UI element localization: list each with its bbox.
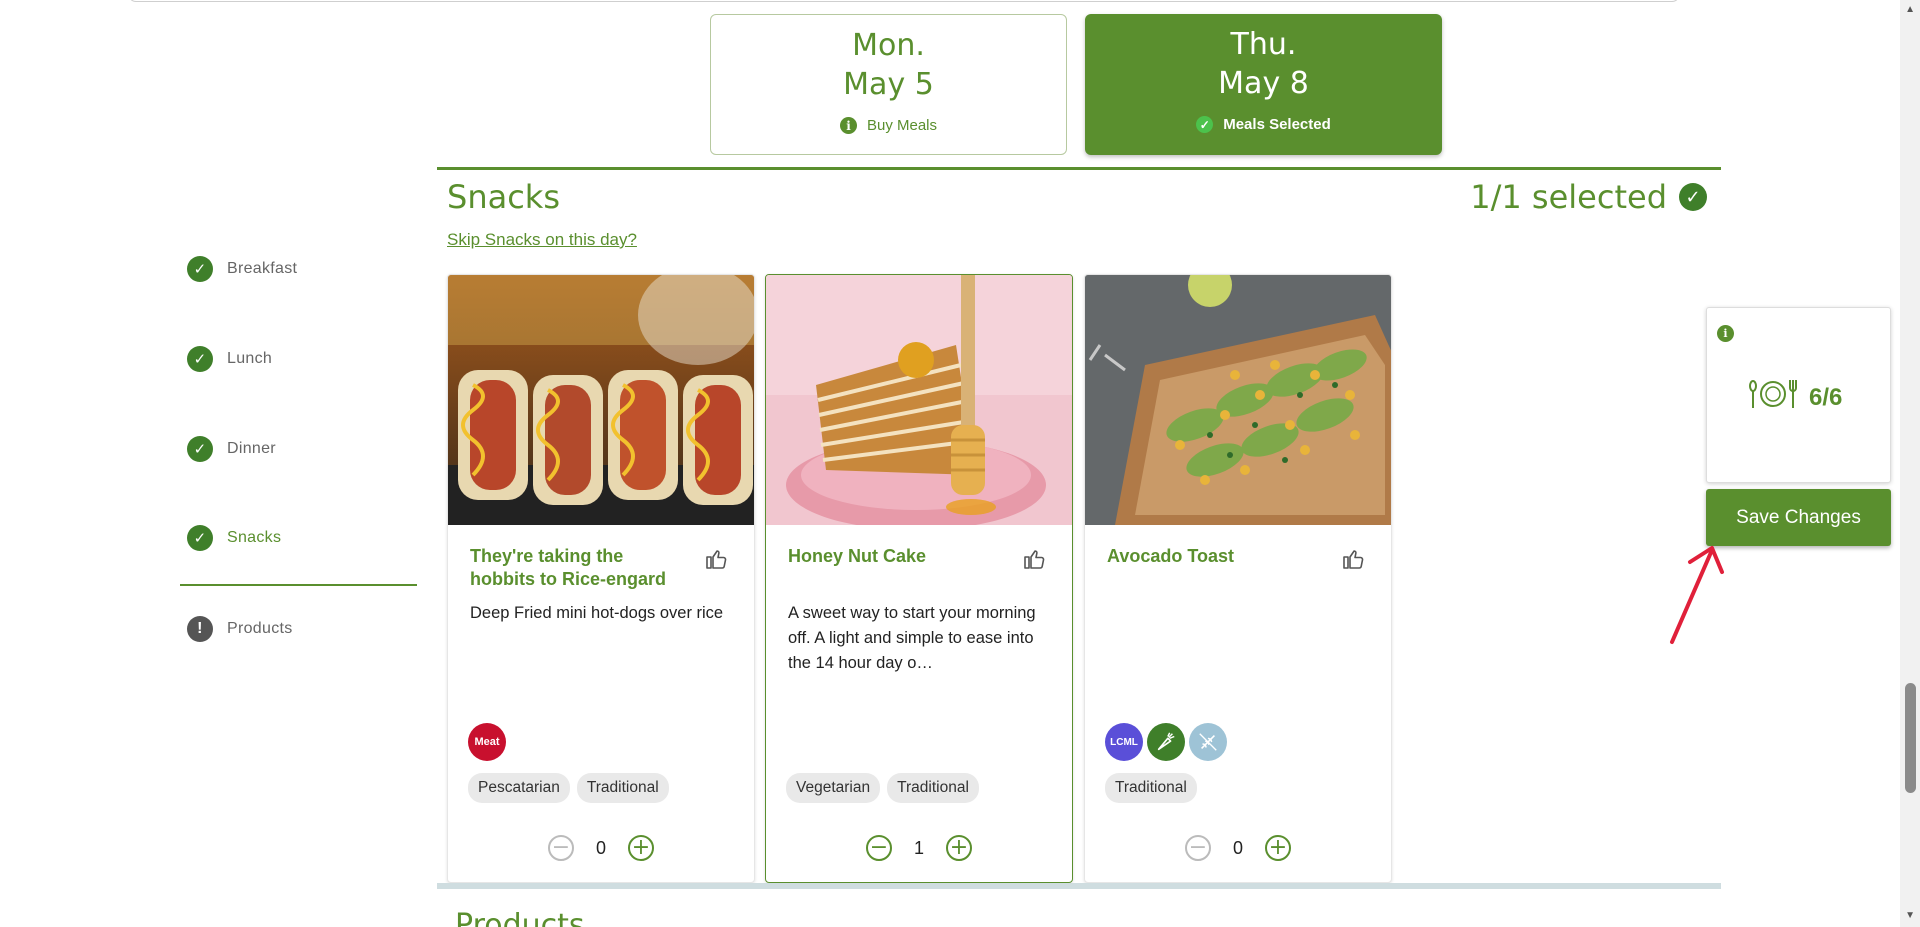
- increment-button[interactable]: +: [946, 835, 972, 861]
- thumbs-up-icon[interactable]: [704, 547, 728, 571]
- carrot-icon: [1147, 723, 1185, 761]
- meal-image: [448, 275, 754, 525]
- meal-tag: Traditional: [1105, 773, 1197, 803]
- meal-tag: Pescatarian: [468, 773, 570, 803]
- scroll-up-arrow-icon[interactable]: ▲: [1905, 4, 1915, 15]
- selected-count-label: 1/1 selected: [1470, 178, 1667, 216]
- meat-badge: Meat: [468, 723, 506, 761]
- page: { "days": [ {"dow": "Mon.", "date": "May…: [0, 0, 1920, 927]
- quantity-value: 0: [1232, 837, 1243, 858]
- section-title: Snacks: [447, 178, 560, 216]
- annotation-arrow: [1670, 546, 1724, 644]
- save-changes-button[interactable]: Save Changes: [1706, 489, 1891, 546]
- increment-button[interactable]: +: [1265, 835, 1291, 861]
- increment-button[interactable]: +: [628, 835, 654, 861]
- check-circle-icon: ✓: [1196, 116, 1214, 133]
- meal-card[interactable]: Avocado Toast LCML Traditional − 0 +: [1084, 274, 1392, 883]
- info-icon: i: [839, 117, 857, 134]
- check-circle-icon: ✓: [187, 525, 213, 551]
- quantity-stepper: − 0 +: [448, 835, 754, 861]
- meal-tag: Traditional: [887, 773, 979, 803]
- day-tab-status-label: Buy Meals: [866, 117, 938, 134]
- meal-tag: Vegetarian: [786, 773, 881, 803]
- thumbs-up-icon[interactable]: [1022, 547, 1046, 571]
- scroll-down-arrow-icon[interactable]: ▼: [1905, 910, 1915, 921]
- sidebar-item-label: Lunch: [227, 350, 273, 367]
- sidebar-item-dinner[interactable]: ✓ Dinner: [187, 436, 276, 462]
- quantity-value: 1: [913, 837, 924, 858]
- quantity-stepper: − 0 +: [1085, 835, 1391, 861]
- quantity-value: 0: [595, 837, 606, 858]
- sidebar-item-label: Products: [227, 620, 293, 637]
- day-tab-dow: Thu.: [1230, 27, 1297, 62]
- meal-tag: Traditional: [576, 773, 669, 803]
- meal-count-value: 6/6: [1809, 383, 1843, 411]
- day-tab-status-label: Meals Selected: [1223, 116, 1331, 133]
- selected-count: 1/1 selected ✓: [1470, 178, 1707, 216]
- section-bottom-divider: [437, 883, 1721, 889]
- skip-snacks-link[interactable]: Skip Snacks on this day?: [447, 230, 637, 250]
- day-tab-status: ✓ Meals Selected: [1085, 116, 1442, 133]
- day-tab-thu[interactable]: Thu. May 8 ✓ Meals Selected: [1085, 14, 1442, 155]
- sidebar-item-label: Snacks: [227, 529, 282, 546]
- sidebar-item-products[interactable]: ! Products: [187, 616, 293, 642]
- meal-title[interactable]: They're taking the hobbits to Rice-engar…: [470, 545, 690, 591]
- scrollbar-thumb[interactable]: [1905, 683, 1916, 793]
- meal-image: [1085, 275, 1391, 525]
- day-tab-status: i Buy Meals: [711, 117, 1066, 134]
- meal-tags: Traditional: [1105, 773, 1197, 803]
- sidebar-item-label: Dinner: [227, 440, 276, 457]
- meal-tags: Vegetarian Traditional: [786, 773, 979, 803]
- meal-title[interactable]: Honey Nut Cake: [788, 545, 1008, 568]
- warning-icon: !: [187, 616, 213, 642]
- quantity-stepper: − 1 +: [766, 835, 1072, 861]
- meal-title[interactable]: Avocado Toast: [1107, 545, 1327, 568]
- meal-image: [766, 275, 1072, 525]
- lcml-badge: LCML: [1105, 723, 1143, 761]
- diet-badges: Meat: [468, 723, 506, 761]
- info-icon[interactable]: i: [1717, 325, 1734, 342]
- check-circle-icon: ✓: [187, 436, 213, 462]
- next-section-heading: Products: [455, 908, 585, 927]
- check-circle-icon: ✓: [187, 346, 213, 372]
- day-tab-date: May 5: [843, 67, 934, 102]
- diet-badges: LCML: [1105, 723, 1227, 761]
- check-circle-icon: ✓: [1679, 183, 1707, 211]
- top-bar: [128, 0, 1680, 2]
- wheat-icon: [1189, 723, 1227, 761]
- meal-count: 6/6: [1747, 378, 1842, 417]
- plate-cutlery-icon: [1747, 378, 1799, 417]
- meal-tags: Pescatarian Traditional: [468, 773, 669, 803]
- sidebar-item-lunch[interactable]: ✓ Lunch: [187, 346, 272, 372]
- meal-count-widget: i 6/6: [1706, 307, 1891, 483]
- day-tab-date: May 8: [1218, 66, 1309, 101]
- day-tab-mon[interactable]: Mon. May 5 i Buy Meals: [710, 14, 1067, 155]
- meal-description: A sweet way to start your morning off. A…: [788, 604, 1036, 672]
- decrement-button[interactable]: −: [547, 835, 574, 861]
- thumbs-up-icon[interactable]: [1341, 547, 1365, 571]
- meal-card[interactable]: They're taking the hobbits to Rice-engar…: [447, 274, 755, 883]
- decrement-button[interactable]: −: [1184, 835, 1211, 861]
- check-circle-icon: ✓: [187, 256, 213, 282]
- meal-card[interactable]: Honey Nut Cake A sweet way to start your…: [765, 274, 1073, 883]
- sidebar-active-underline: [180, 584, 417, 586]
- sidebar-item-snacks[interactable]: ✓ Snacks: [187, 525, 281, 551]
- day-tab-dow: Mon.: [852, 28, 925, 63]
- scrollbar[interactable]: ▲ ▼: [1900, 0, 1920, 927]
- decrement-button[interactable]: −: [865, 835, 892, 861]
- sidebar-item-label: Breakfast: [227, 260, 298, 277]
- section-divider: [437, 167, 1721, 170]
- meal-description: Deep Fried mini hot-dogs over rice: [470, 604, 724, 622]
- sidebar-item-breakfast[interactable]: ✓ Breakfast: [187, 256, 297, 282]
